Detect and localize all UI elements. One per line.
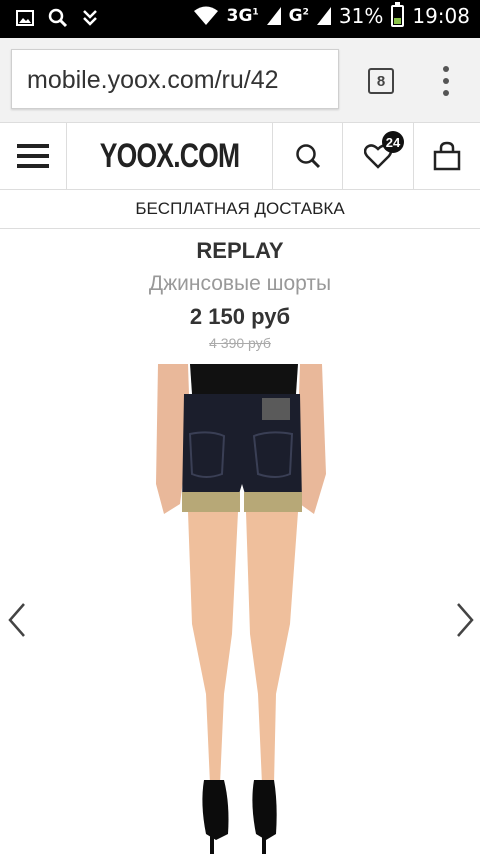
overflow-menu-button[interactable] (436, 66, 456, 96)
search-icon (295, 144, 320, 169)
shopping-bag-icon (433, 141, 461, 171)
site-header: YOOX.COM (0, 123, 480, 190)
network-type-2: G2 (288, 6, 309, 26)
status-bar: 3G1 G2 31% 19:08 (0, 0, 480, 38)
clock: 19:08 (412, 4, 470, 28)
next-image-arrow-icon[interactable] (452, 600, 478, 640)
product-brand: REPLAY (196, 238, 284, 263)
tabs-button[interactable]: 8 (368, 68, 394, 94)
battery-percent: 31% (338, 4, 384, 28)
logo-link[interactable]: YOOX.COM (67, 123, 273, 189)
network-type-1: 3G1 (226, 6, 259, 26)
hamburger-menu-button[interactable] (0, 123, 67, 189)
signal-icon (266, 7, 281, 25)
free-shipping-banner: БЕСПЛАТНАЯ ДОСТАВКА (0, 190, 480, 229)
cart-button[interactable] (414, 123, 480, 189)
url-text: mobile.yoox.com/ru/42 (27, 66, 279, 94)
battery-icon (391, 2, 405, 27)
search-icon (48, 8, 68, 28)
product-title: Джинсовые шорты (148, 272, 332, 295)
search-button[interactable] (273, 123, 343, 189)
tab-count: 8 (376, 72, 386, 90)
signal-icon (316, 7, 331, 25)
product-image[interactable] (150, 364, 330, 854)
product-price: 2 150 руб (189, 304, 291, 329)
logo: YOOX.COM (99, 136, 240, 175)
wishlist-count-badge: 24 (382, 131, 404, 153)
previous-image-arrow-icon[interactable] (4, 600, 30, 640)
hamburger-menu-icon (17, 144, 49, 168)
url-field[interactable]: mobile.yoox.com/ru/42 (11, 49, 339, 109)
wishlist-button[interactable] (343, 123, 414, 189)
gallery-icon (16, 10, 34, 26)
download-icon (83, 10, 97, 26)
browser-toolbar: mobile.yoox.com/ru/42 8 (0, 38, 480, 123)
wifi-icon (193, 6, 218, 25)
product-old-price: 4 390 руб (209, 335, 271, 351)
